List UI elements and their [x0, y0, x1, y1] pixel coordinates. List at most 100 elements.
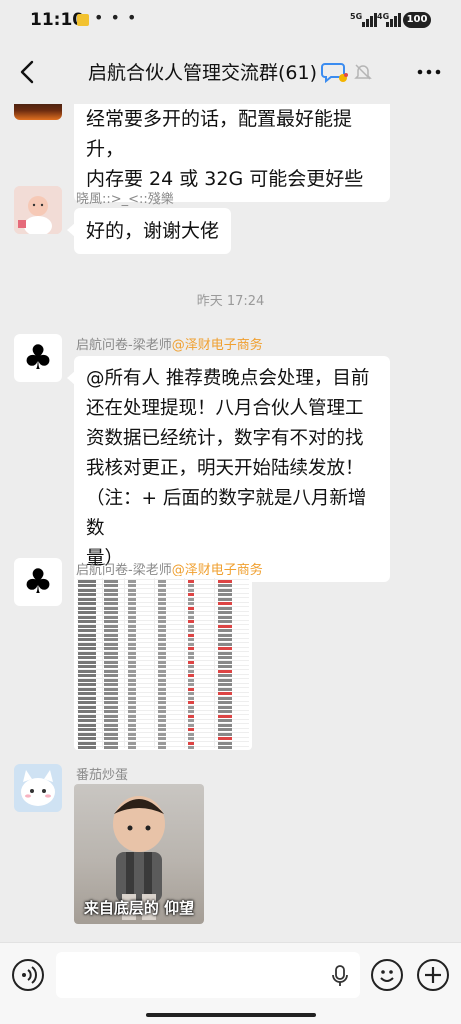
sheet-cell	[218, 615, 232, 619]
sheet-cell	[188, 611, 194, 615]
sheet-cell	[128, 584, 136, 588]
message-input[interactable]	[56, 952, 360, 998]
sheet-cell	[188, 620, 194, 624]
sheet-cell	[78, 611, 96, 615]
sheet-cell	[128, 692, 136, 696]
sheet-cell	[218, 660, 232, 664]
signal-5g-label: 5G	[350, 12, 363, 21]
message-list[interactable]: 经常要多开的话，配置最好能提升， 内存要 24 或 32G 可能会更好些 晓風:…	[0, 104, 461, 942]
more-functions-button[interactable]	[417, 959, 449, 991]
sheet-cell	[78, 746, 96, 750]
sheet-cell	[218, 737, 232, 741]
sheet-cell	[104, 701, 118, 705]
input-bar	[0, 942, 461, 1024]
sheet-cell	[158, 611, 166, 615]
sheet-cell	[104, 678, 118, 682]
more-notifications-icon: • • •	[94, 8, 138, 27]
sheet-cell	[158, 687, 166, 691]
sheet-cell	[158, 741, 166, 745]
sheet-cell	[104, 665, 118, 669]
sheet-cell	[218, 714, 232, 718]
message-bubble[interactable]: 好的，谢谢大佬	[66, 208, 232, 254]
sheet-cell	[158, 714, 166, 718]
sheet-cell	[78, 651, 96, 655]
back-button[interactable]	[12, 56, 44, 88]
sheet-cell	[218, 647, 232, 651]
sheet-cell	[188, 687, 194, 691]
voice-button[interactable]	[12, 959, 44, 991]
sheet-cell	[78, 597, 96, 601]
sheet-cell	[218, 579, 232, 583]
sheet-cell	[218, 692, 232, 696]
sheet-cell	[188, 593, 194, 597]
sheet-cell	[188, 728, 194, 732]
sheet-cell	[128, 714, 136, 718]
sheet-cell	[104, 723, 118, 727]
club-suit-icon[interactable]: ♣	[14, 334, 62, 382]
sheet-cell	[188, 665, 194, 669]
more-options-button[interactable]	[415, 62, 443, 82]
sheet-cell	[158, 629, 166, 633]
message-bubble[interactable]: @所有人 推荐费晚点会处理，目前 还在处理提现！八月合伙人管理工 资数据已经统计…	[67, 356, 390, 582]
sheet-cell	[104, 714, 118, 718]
voice-icon	[22, 966, 37, 984]
sheet-cell	[188, 683, 194, 687]
sheet-cell	[78, 615, 96, 619]
sheet-cell	[128, 737, 136, 741]
sheet-cell	[158, 723, 166, 727]
mic-icon[interactable]	[331, 965, 349, 987]
sheet-cell	[78, 692, 96, 696]
sheet-cell	[78, 588, 96, 592]
sheet-cell	[188, 669, 194, 673]
sheet-cell	[158, 696, 166, 700]
spreadsheet-image[interactable]	[74, 576, 252, 750]
sheet-cell	[78, 678, 96, 682]
message-text-line: （注：+ 后面的数字就是八月新增数	[86, 488, 367, 539]
sheet-cell	[218, 696, 232, 700]
sheet-cell	[218, 642, 232, 646]
sheet-cell	[188, 606, 194, 610]
group-chat-icon[interactable]	[321, 60, 349, 84]
club-suit-icon[interactable]: ♣	[14, 558, 62, 606]
sheet-cell	[128, 678, 136, 682]
sheet-cell	[158, 710, 166, 714]
sheet-cell	[128, 741, 136, 745]
sheet-cell	[158, 737, 166, 741]
sheet-cell	[78, 633, 96, 637]
sheet-cell	[218, 710, 232, 714]
sheet-cell	[188, 629, 194, 633]
message-text-line: 资数据已经统计，数字有不对的找	[86, 428, 364, 449]
sheet-cell	[104, 620, 118, 624]
message-text-line: 我核对更正，明天开始陆续发放！	[86, 458, 364, 479]
sheet-cell	[104, 674, 118, 678]
sheet-cell	[128, 728, 136, 732]
sheet-cell	[128, 597, 136, 601]
sheet-cell	[218, 597, 232, 601]
sheet-cell	[158, 642, 166, 646]
sheet-cell	[78, 638, 96, 642]
sheet-cell	[128, 593, 136, 597]
sheet-cell	[78, 606, 96, 610]
sheet-cell	[128, 683, 136, 687]
sheet-cell	[104, 746, 118, 750]
sheet-cell	[128, 674, 136, 678]
sheet-cell	[218, 741, 232, 745]
sheet-cell	[104, 579, 118, 583]
timestamp: 昨天 17:24	[196, 294, 265, 309]
sticker-image[interactable]: 来自底层的 仰望	[74, 784, 204, 924]
sheet-cell	[78, 593, 96, 597]
avatar[interactable]	[14, 186, 62, 234]
sheet-cell	[158, 620, 166, 624]
sheet-cell	[158, 665, 166, 669]
sheet-cell	[218, 624, 232, 628]
sheet-cell	[218, 683, 232, 687]
sheet-cell	[104, 597, 118, 601]
sheet-cell	[158, 678, 166, 682]
sheet-cell	[78, 629, 96, 633]
avatar[interactable]	[14, 764, 62, 812]
avatar[interactable]	[14, 104, 62, 120]
sheet-cell	[128, 602, 136, 606]
sheet-cell	[188, 642, 194, 646]
emoji-button[interactable]	[371, 959, 403, 991]
message-text: 好的，谢谢大佬	[86, 220, 220, 242]
